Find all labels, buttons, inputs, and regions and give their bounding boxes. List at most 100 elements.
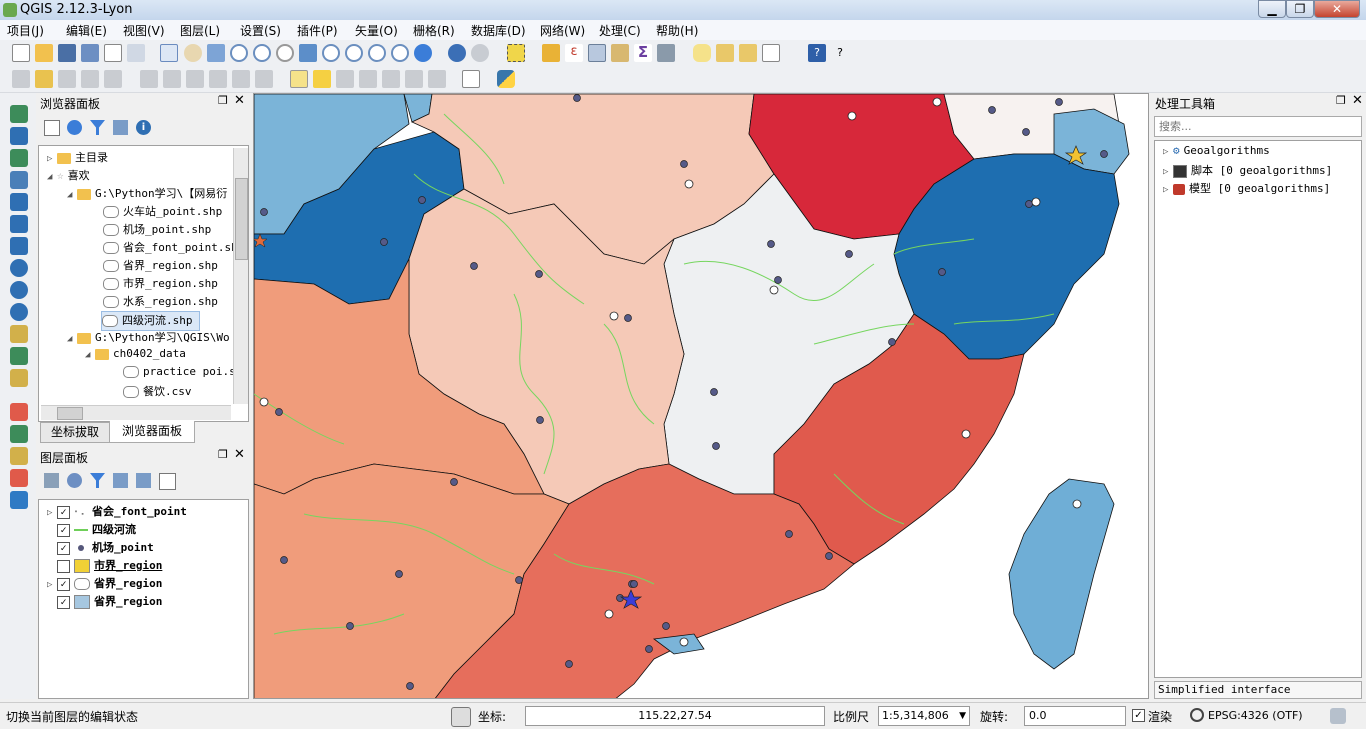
- zoom-to-layer-icon[interactable]: [345, 44, 363, 62]
- add-feature-icon[interactable]: [81, 70, 99, 88]
- zoom-last-icon[interactable]: [368, 44, 386, 62]
- cut-features-icon[interactable]: [186, 70, 204, 88]
- zoom-native-icon[interactable]: [276, 44, 294, 62]
- close-panel-icon[interactable]: ✕: [234, 447, 245, 462]
- render-checkbox[interactable]: ✓: [1132, 709, 1145, 722]
- save-as-icon[interactable]: [81, 44, 99, 62]
- tree-item-file[interactable]: 火车站_point.shp: [103, 203, 222, 221]
- messages-icon[interactable]: [1330, 708, 1346, 724]
- remove-layer-icon[interactable]: [159, 473, 176, 490]
- tab-coordinate-capture[interactable]: 坐标拔取: [40, 422, 110, 443]
- feature-action-icon[interactable]: [471, 44, 489, 62]
- identify-icon[interactable]: [448, 44, 466, 62]
- toolbox-search-input[interactable]: [1154, 116, 1362, 137]
- add-wcs-icon[interactable]: [10, 281, 28, 299]
- add-selected-icon[interactable]: [44, 120, 60, 136]
- menu-raster[interactable]: 栅格(R): [413, 22, 455, 39]
- toolbox-item-models[interactable]: ▷ 模型 [0 geoalgorithms]: [1163, 180, 1330, 198]
- save-edits-icon[interactable]: [58, 70, 76, 88]
- tree-item-file[interactable]: 水系_region.shp: [103, 293, 218, 311]
- close-button[interactable]: ✕: [1314, 0, 1360, 18]
- tree-item-file[interactable]: 省会_font_point.sh: [103, 239, 238, 257]
- menu-processing[interactable]: 处理(C): [599, 22, 641, 39]
- python-console-icon[interactable]: [497, 70, 515, 88]
- georeferencer-icon[interactable]: [10, 491, 28, 509]
- label-tool-icon[interactable]: [290, 70, 308, 88]
- layer-checkbox[interactable]: [57, 559, 70, 573]
- tree-item-file[interactable]: 省界_region.shp: [103, 257, 218, 275]
- filter-legend-icon[interactable]: [90, 473, 105, 488]
- layer-row[interactable]: ✓ 四级河流: [47, 521, 136, 539]
- open-project-icon[interactable]: [35, 44, 53, 62]
- node-tool-icon[interactable]: [140, 70, 158, 88]
- scale-combobox[interactable]: 1:5,314,806 ▼: [878, 706, 970, 726]
- whats-this-icon[interactable]: ?: [831, 44, 849, 62]
- add-wfs-icon[interactable]: [10, 303, 28, 321]
- layer-checkbox[interactable]: ✓: [57, 577, 70, 591]
- horizontal-scrollbar[interactable]: [41, 405, 231, 420]
- new-project-icon[interactable]: [12, 44, 30, 62]
- layer-row[interactable]: ✓ 省界_region: [47, 593, 162, 611]
- layer-checkbox[interactable]: ✓: [57, 523, 70, 537]
- show-bookmarks-icon[interactable]: [739, 44, 757, 62]
- menu-web[interactable]: 网络(W): [540, 22, 585, 39]
- pin-labels-icon[interactable]: [313, 70, 331, 88]
- zoom-full-icon[interactable]: [299, 44, 317, 62]
- delete-selected-icon[interactable]: [163, 70, 181, 88]
- zoom-next-icon[interactable]: [391, 44, 409, 62]
- manage-visibility-icon[interactable]: [67, 473, 82, 488]
- float-panel-icon[interactable]: ❐: [218, 448, 228, 461]
- float-panel-icon[interactable]: ❐: [1336, 94, 1346, 107]
- add-csv-layer-icon[interactable]: [462, 70, 480, 88]
- menu-project[interactable]: 项目(J): [7, 22, 44, 39]
- new-spatialite-icon[interactable]: [10, 369, 28, 387]
- help-contents-icon[interactable]: ?: [808, 44, 826, 62]
- measure-line-icon[interactable]: [657, 44, 675, 62]
- layer-checkbox[interactable]: ✓: [57, 505, 70, 519]
- collapse-all-icon[interactable]: [113, 120, 128, 135]
- menu-database[interactable]: 数据库(D): [471, 22, 526, 39]
- move-label-icon[interactable]: [359, 70, 377, 88]
- layer-row[interactable]: ▷ ✓ ⠂⠄ 省会_font_point: [47, 503, 187, 521]
- layer-row[interactable]: 市界_region: [47, 557, 162, 575]
- map-canvas[interactable]: [253, 93, 1149, 699]
- rotate-label-icon[interactable]: [382, 70, 400, 88]
- field-calculator-icon[interactable]: [611, 44, 629, 62]
- scrollbar-thumb[interactable]: [235, 178, 248, 260]
- add-group-icon[interactable]: [44, 473, 59, 488]
- add-spatialite-icon[interactable]: [10, 171, 28, 189]
- filter-icon[interactable]: [90, 120, 105, 135]
- tree-item-folder-wangyi[interactable]: ◢ G:\Python学习\【网易衍: [67, 185, 227, 203]
- tree-item-folder-qgis[interactable]: ◢ G:\Python学习\QGIS\Wo: [67, 329, 230, 347]
- deselect-icon[interactable]: [542, 44, 560, 62]
- map-svg[interactable]: [254, 94, 1149, 699]
- tree-item-file[interactable]: 市界_region.shp: [103, 275, 218, 293]
- toolbox-item-scripts[interactable]: ▷ 脚本 [0 geoalgorithms]: [1163, 162, 1332, 180]
- minimize-button[interactable]: ▁: [1258, 0, 1286, 18]
- toolbox-item-geoalgorithms[interactable]: ▷ ⚙ Geoalgorithms: [1163, 144, 1270, 162]
- tree-item-home[interactable]: ▷ 主目录: [47, 149, 108, 167]
- menu-settings[interactable]: 设置(S): [240, 22, 281, 39]
- pan-hand-icon[interactable]: [184, 44, 202, 62]
- tree-item-folder-ch0402[interactable]: ◢ ch0402_data: [85, 347, 186, 365]
- toggle-editing-icon[interactable]: [35, 70, 53, 88]
- new-bookmark-icon[interactable]: [716, 44, 734, 62]
- collapse-all-icon[interactable]: [136, 473, 151, 488]
- composer-manager-icon[interactable]: [127, 44, 145, 62]
- zoom-out-icon[interactable]: [253, 44, 271, 62]
- python-plugin-icon[interactable]: [10, 469, 28, 487]
- show-hide-labels-icon[interactable]: [336, 70, 354, 88]
- close-panel-icon[interactable]: ✕: [1352, 93, 1363, 108]
- refresh-icon[interactable]: [414, 44, 432, 62]
- highlight-pinned-icon[interactable]: [428, 70, 446, 88]
- digitize-icon[interactable]: [10, 447, 28, 465]
- coordinate-toggle-icon[interactable]: [451, 707, 471, 727]
- add-oracle-icon[interactable]: [10, 215, 28, 233]
- zoom-to-selection-icon[interactable]: [322, 44, 340, 62]
- menu-vector[interactable]: 矢量(O): [355, 22, 398, 39]
- add-gps-icon[interactable]: [10, 403, 28, 421]
- save-project-icon[interactable]: [58, 44, 76, 62]
- maximize-button[interactable]: ❐: [1286, 0, 1314, 18]
- tree-item-file[interactable]: 机场_point.shp: [103, 221, 211, 239]
- scrollbar-thumb[interactable]: [57, 407, 83, 420]
